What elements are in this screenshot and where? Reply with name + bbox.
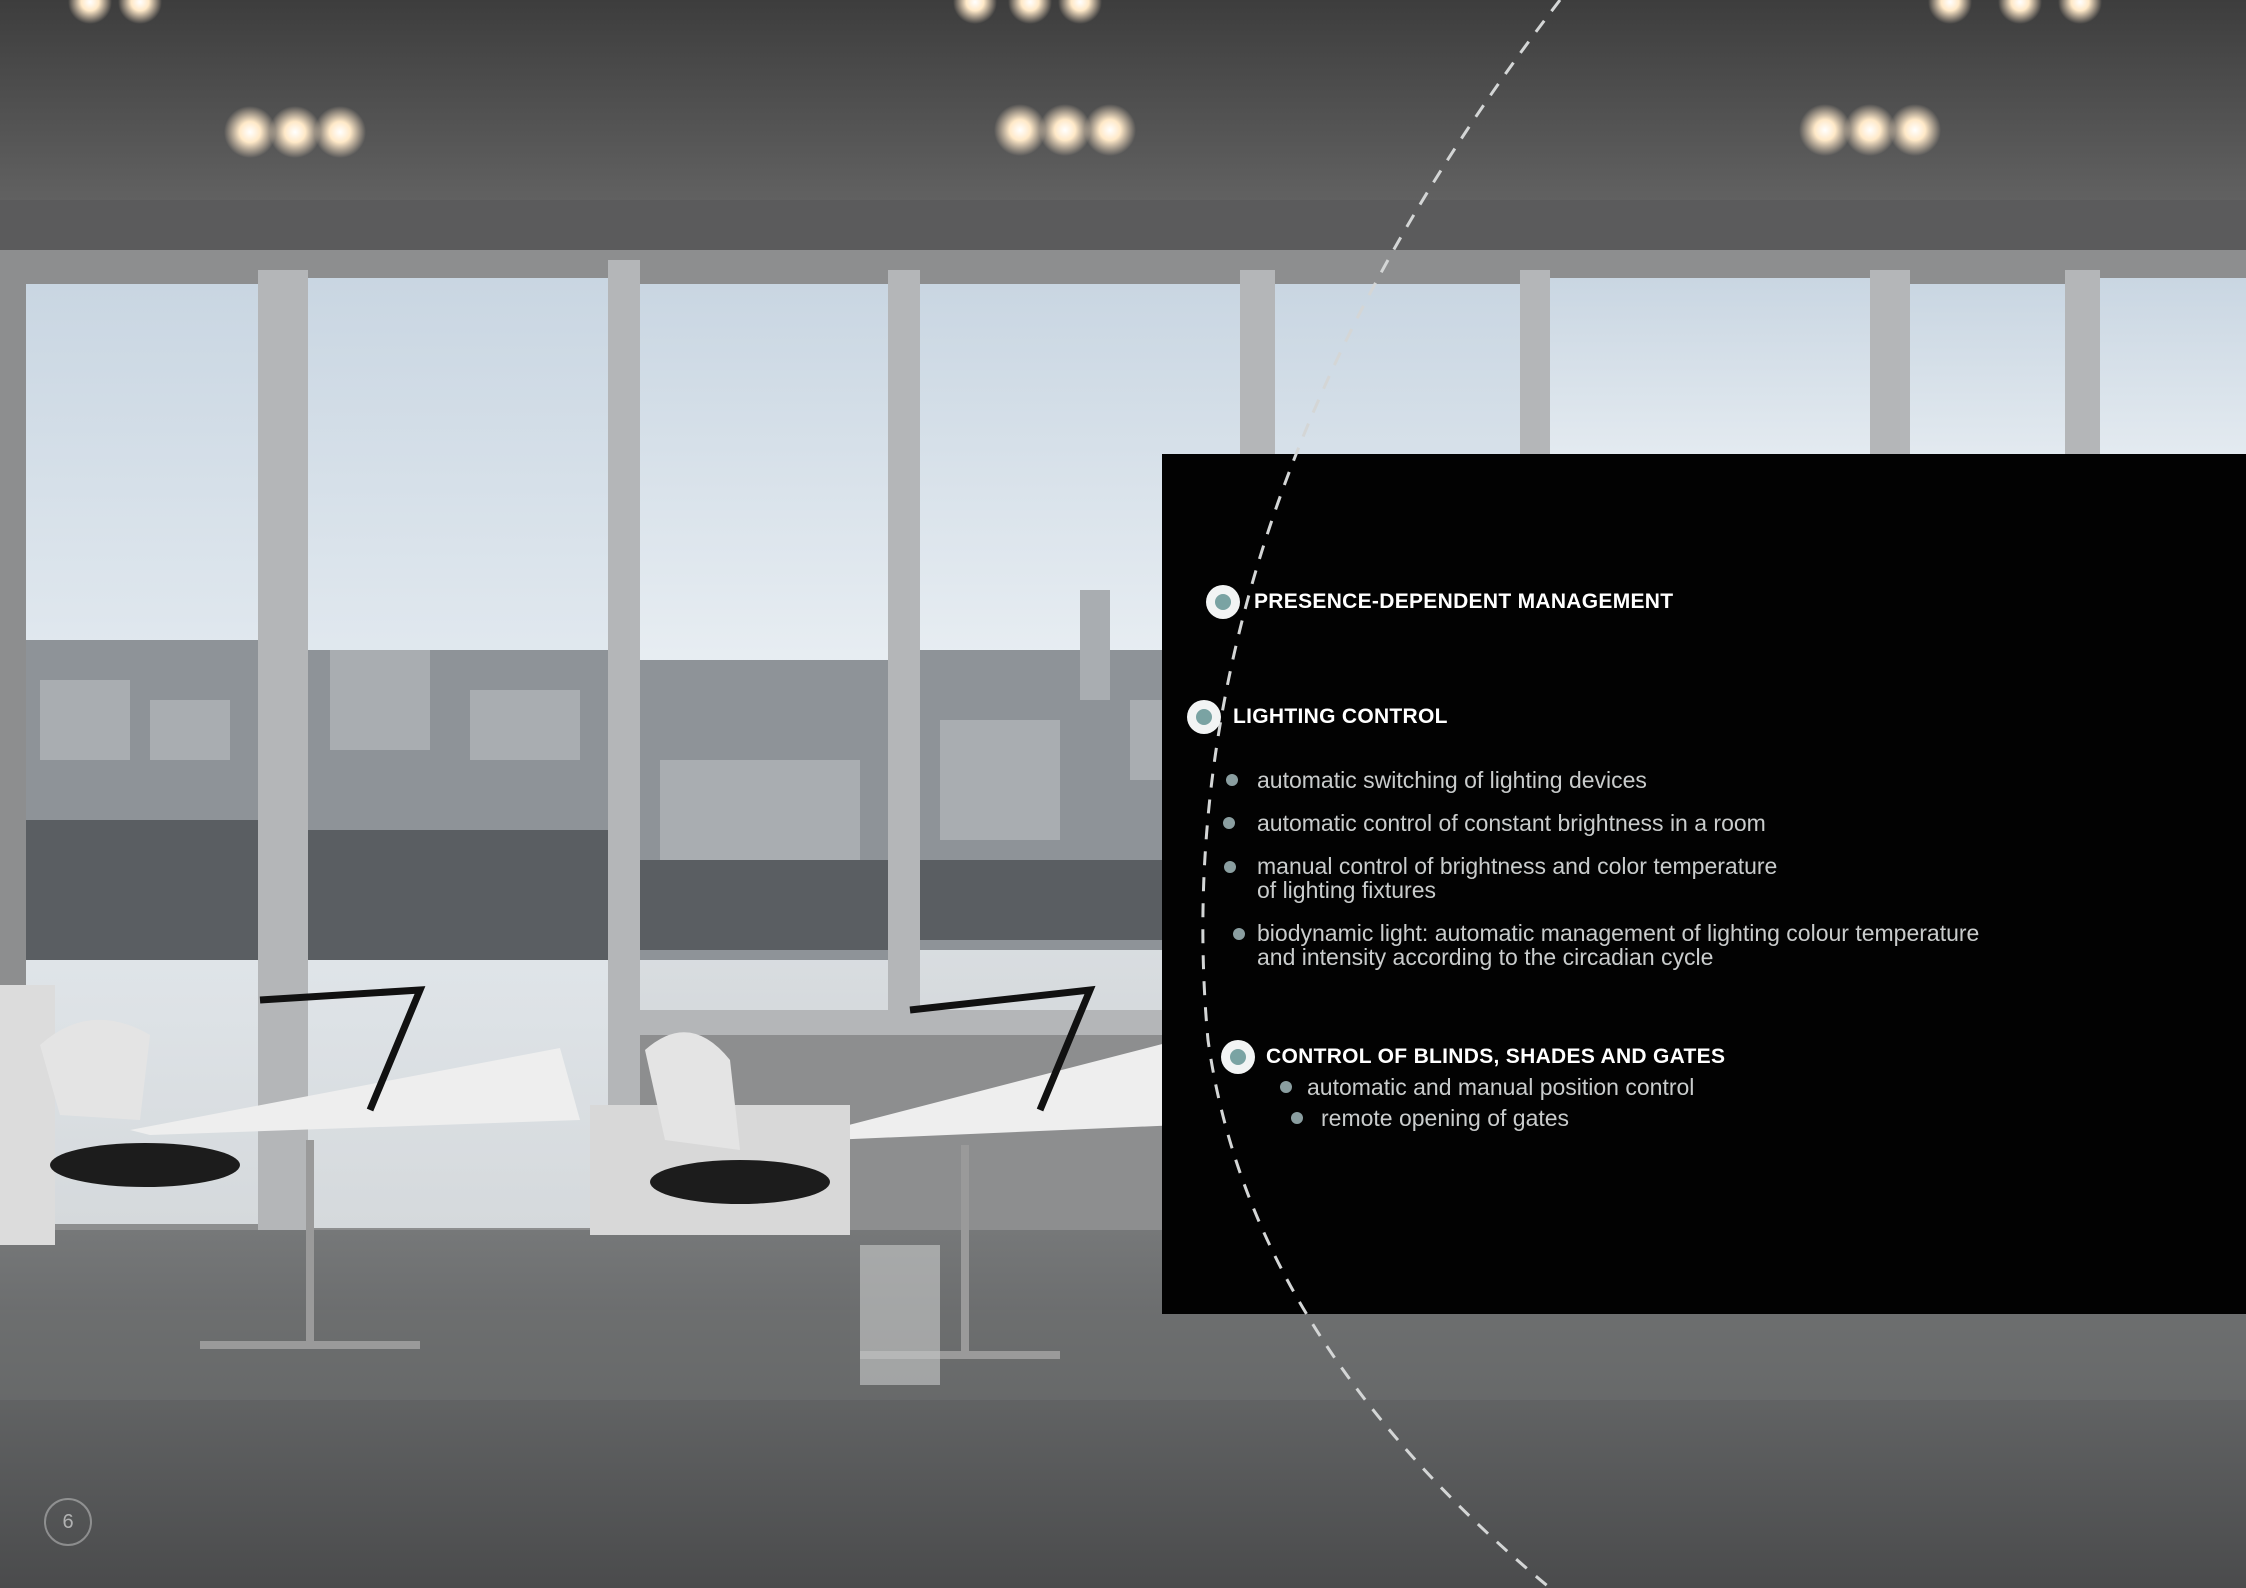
blinds-item: automatic and manual position control: [1307, 1074, 1695, 1100]
presence-node-icon: [1206, 585, 1240, 619]
lighting-item-continuation: and intensity according to the circadian…: [1257, 944, 1714, 970]
lighting-heading: LIGHTING CONTROL: [1233, 705, 1448, 728]
blinds-node-icon: [1221, 1040, 1255, 1074]
bullet-icon: [1224, 861, 1236, 873]
lighting-item: automatic control of constant brightness…: [1257, 810, 1766, 836]
bullet-icon: [1280, 1081, 1292, 1093]
lighting-node-icon: [1187, 700, 1221, 734]
bullet-icon: [1291, 1112, 1303, 1124]
blinds-item: remote opening of gates: [1321, 1105, 1570, 1131]
lighting-item-continuation: of lighting fixtures: [1257, 877, 1436, 903]
presence-heading: PRESENCE-DEPENDENT MANAGEMENT: [1254, 590, 1674, 613]
lighting-item: manual control of brightness and color t…: [1257, 853, 1778, 879]
bullet-icon: [1226, 774, 1238, 786]
bullet-icon: [1223, 817, 1235, 829]
page-number: 6: [44, 1498, 92, 1546]
lighting-item: biodynamic light: automatic management o…: [1257, 920, 1980, 946]
blinds-heading: CONTROL OF BLINDS, SHADES AND GATES: [1266, 1045, 1726, 1068]
bullet-icon: [1233, 928, 1245, 940]
lighting-item: automatic switching of lighting devices: [1257, 767, 1647, 793]
